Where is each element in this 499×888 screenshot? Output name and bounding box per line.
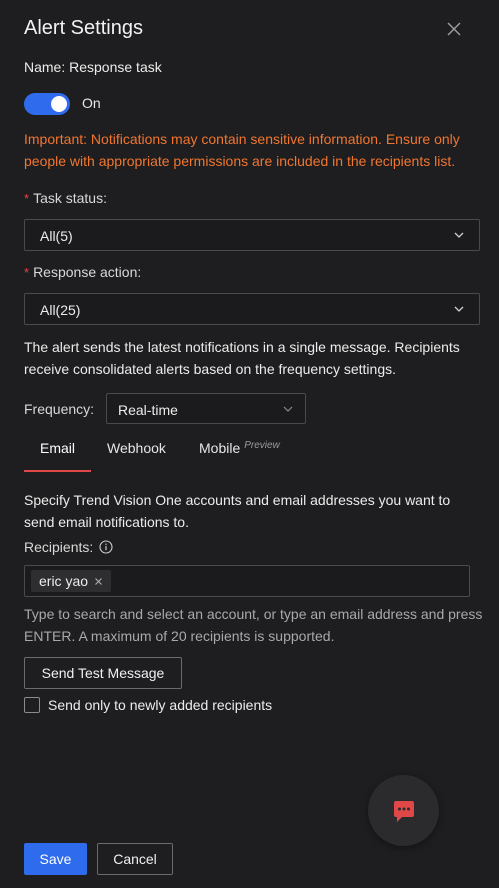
close-icon	[447, 22, 461, 36]
recipients-input[interactable]: eric yao	[24, 565, 470, 597]
close-button[interactable]	[443, 18, 465, 40]
tab-mobile-label: Mobile	[199, 440, 241, 456]
sensitive-info-warning: Important: Notifications may contain sen…	[24, 131, 460, 169]
chevron-down-icon	[454, 232, 464, 238]
info-icon[interactable]	[99, 540, 113, 554]
enable-toggle[interactable]	[24, 93, 70, 115]
toggle-knob	[51, 96, 67, 112]
response-action-value: All(25)	[40, 302, 81, 318]
chevron-down-icon	[283, 406, 293, 412]
task-status-label: * Task status:	[24, 190, 107, 206]
chevron-down-icon	[454, 306, 464, 312]
task-status-label-text: Task status:	[33, 190, 107, 206]
preview-badge: Preview	[244, 440, 280, 451]
remove-tag-icon[interactable]	[94, 577, 103, 586]
required-mark: *	[24, 191, 30, 206]
task-status-select[interactable]: All(5)	[24, 219, 480, 251]
recipients-hint: Type to search and select an account, or…	[24, 606, 483, 644]
required-mark: *	[24, 265, 30, 280]
new-recipients-only-checkbox[interactable]	[24, 697, 40, 713]
save-button[interactable]: Save	[24, 843, 87, 875]
new-recipients-only-label: Send only to newly added recipients	[48, 697, 273, 713]
response-action-label-text: Response action:	[33, 264, 142, 280]
chat-bubble-icon	[394, 801, 414, 822]
task-status-value: All(5)	[40, 228, 73, 244]
send-test-message-button[interactable]: Send Test Message	[24, 657, 182, 689]
frequency-value: Real-time	[118, 402, 178, 418]
panel-title: Alert Settings	[24, 17, 143, 39]
toggle-label: On	[82, 95, 101, 111]
tab-webhook[interactable]: Webhook	[107, 440, 166, 456]
frequency-label: Frequency:	[24, 401, 95, 417]
chat-support-button[interactable]	[368, 775, 439, 846]
recipient-tag: eric yao	[31, 570, 112, 592]
tab-email[interactable]: Email	[40, 440, 75, 456]
tab-mobile[interactable]: Mobile Preview	[199, 440, 280, 456]
email-description: Specify Trend Vision One accounts and em…	[24, 492, 451, 530]
consolidated-alert-info: The alert sends the latest notifications…	[24, 339, 460, 377]
frequency-select[interactable]: Real-time	[106, 393, 306, 424]
active-tab-indicator	[24, 470, 91, 472]
response-action-label: * Response action:	[24, 264, 141, 280]
cancel-button[interactable]: Cancel	[97, 843, 173, 875]
response-action-select[interactable]: All(25)	[24, 293, 480, 325]
alert-settings-panel: Alert Settings Name: Response task On Im…	[0, 0, 499, 888]
task-name: Name: Response task	[24, 59, 162, 75]
recipients-label: Recipients:	[24, 539, 94, 555]
recipient-tag-label: eric yao	[39, 573, 89, 589]
